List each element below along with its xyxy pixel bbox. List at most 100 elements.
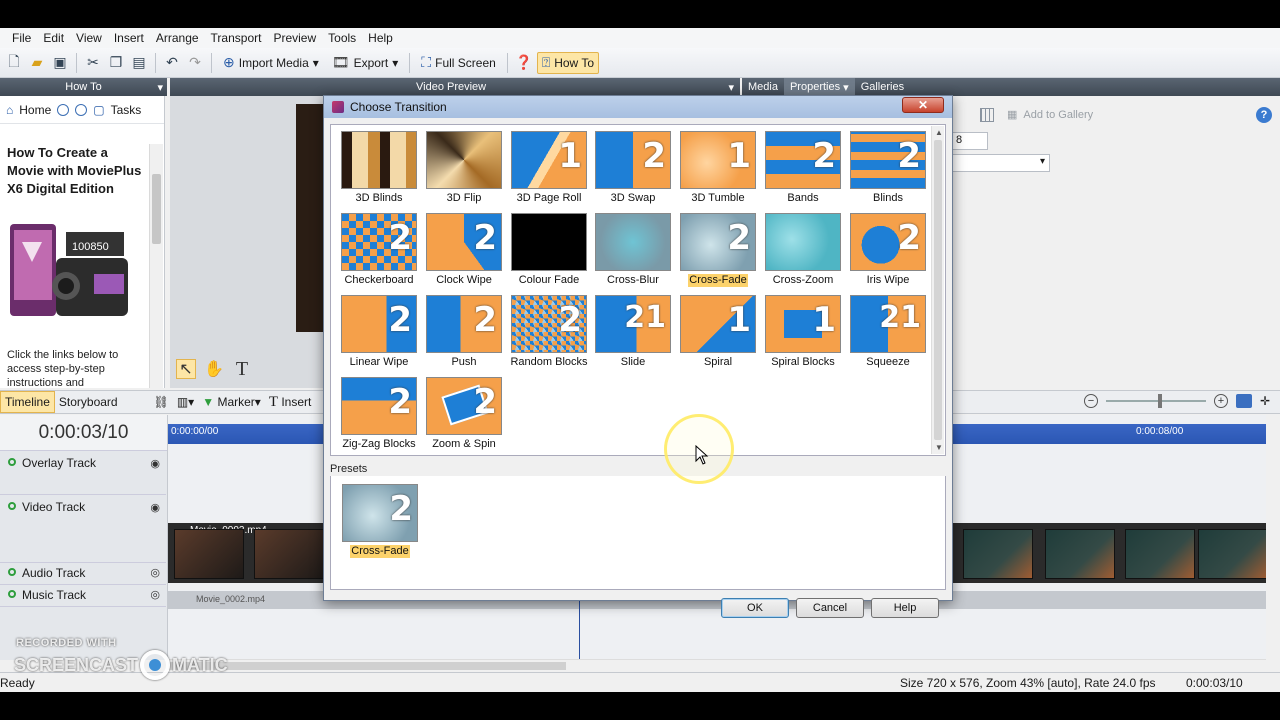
scroll-thumb[interactable] <box>934 140 942 440</box>
track-enabled-icon[interactable] <box>8 568 16 576</box>
scroll-down-icon[interactable]: ▼ <box>935 443 943 452</box>
waveform-icon[interactable]: ▥▾ <box>173 391 198 413</box>
tab-properties[interactable]: Properties ▾ <box>783 78 855 96</box>
transition-list-scrollbar[interactable]: ▲ ▼ <box>931 126 944 454</box>
eye-icon[interactable]: ◉ <box>150 457 160 470</box>
redo-icon[interactable]: ↷ <box>185 53 205 73</box>
copy-icon[interactable]: ❐ <box>106 53 126 73</box>
back-icon[interactable] <box>57 103 70 116</box>
track-music[interactable]: Music Track ◎ <box>0 585 166 607</box>
fit-icon[interactable] <box>1235 394 1252 408</box>
tab-media[interactable]: Media <box>742 78 784 96</box>
expand-icon[interactable]: ✛ <box>1260 394 1270 408</box>
export-button[interactable]: 🎞 Export ▾ <box>327 52 404 74</box>
track-overlay[interactable]: Overlay Track ◉ <box>0 451 166 495</box>
menu-preview[interactable]: Preview <box>267 31 322 45</box>
transition-item[interactable]: 2 3D Swap <box>593 131 673 213</box>
transition-item[interactable]: 2 Zig-Zag Blocks <box>339 377 419 459</box>
transition-item[interactable]: 2 Clock Wipe <box>424 213 504 295</box>
tab-timeline[interactable]: Timeline <box>0 391 55 413</box>
close-icon[interactable]: ✕ <box>902 97 944 113</box>
transition-item[interactable]: 2 Cross-Fade <box>678 213 758 295</box>
transition-item[interactable]: 21 Slide <box>593 295 673 377</box>
tab-galleries[interactable]: Galleries <box>855 78 910 96</box>
menu-tools[interactable]: Tools <box>322 31 362 45</box>
add-to-gallery-button[interactable]: ▦ Add to Gallery <box>1007 108 1093 122</box>
transition-item[interactable]: 1 Spiral Blocks <box>763 295 843 377</box>
transition-item[interactable]: 2 Iris Wipe <box>848 213 928 295</box>
menu-insert[interactable]: Insert <box>108 31 150 45</box>
home-icon[interactable]: ⌂ <box>6 103 13 117</box>
speaker-icon[interactable]: ◎ <box>150 588 160 601</box>
save-icon[interactable]: ▣ <box>50 53 70 73</box>
menu-file[interactable]: File <box>6 31 37 45</box>
chevron-down-icon[interactable]: ▾ <box>157 81 163 94</box>
scroll-thumb[interactable] <box>152 174 161 244</box>
transition-item[interactable]: 2 Checkerboard <box>339 213 419 295</box>
transition-item[interactable]: Cross-Zoom <box>763 213 843 295</box>
speaker-icon[interactable]: ◎ <box>150 566 160 579</box>
transition-item[interactable]: 2 Random Blocks <box>509 295 589 377</box>
cut-icon[interactable]: ✂ <box>83 53 103 73</box>
preset-item[interactable]: 2 Cross-Fade <box>340 484 420 558</box>
menu-view[interactable]: View <box>70 31 108 45</box>
transition-item[interactable]: Cross-Blur <box>593 213 673 295</box>
menu-edit[interactable]: Edit <box>37 31 70 45</box>
transition-item[interactable]: 21 Squeeze <box>848 295 928 377</box>
tasks-link[interactable]: Tasks <box>111 103 142 117</box>
menu-help[interactable]: Help <box>362 31 399 45</box>
transition-item[interactable]: 1 3D Tumble <box>678 131 758 213</box>
import-media-button[interactable]: ⊕ Import Media ▾ <box>218 52 324 74</box>
how-to-scrollbar[interactable] <box>149 144 163 388</box>
help-icon[interactable]: ? <box>1256 107 1272 123</box>
transition-item[interactable]: 2 Linear Wipe <box>339 295 419 377</box>
transition-item[interactable]: 1 Spiral <box>678 295 758 377</box>
new-file-icon[interactable]: 🗋 <box>4 53 24 73</box>
forward-icon[interactable] <box>75 103 88 116</box>
zoom-in-icon[interactable]: + <box>1213 394 1228 408</box>
menu-arrange[interactable]: Arrange <box>150 31 205 45</box>
menu-transport[interactable]: Transport <box>205 31 268 45</box>
link-icon[interactable]: ⛓ <box>150 391 173 413</box>
track-enabled-icon[interactable] <box>8 458 16 466</box>
transition-item[interactable]: Colour Fade <box>509 213 589 295</box>
chevron-down-icon[interactable]: ▾ <box>728 81 734 94</box>
grid-icon[interactable] <box>980 108 994 122</box>
zoom-slider[interactable] <box>1105 394 1206 408</box>
track-enabled-icon[interactable] <box>8 590 16 598</box>
help-icon[interactable]: ❓ <box>514 53 534 73</box>
timeline-horizontal-scrollbar[interactable] <box>168 659 1266 672</box>
track-video[interactable]: Video Track ◉ <box>0 495 166 563</box>
open-folder-icon[interactable]: ▰ <box>27 53 47 73</box>
track-audio[interactable]: Audio Track ◎ <box>0 563 166 585</box>
transition-item[interactable]: 2 Zoom & Spin <box>424 377 504 459</box>
tasks-icon[interactable]: ▢ <box>93 103 104 117</box>
pointer-tool-icon[interactable]: ↖ <box>176 359 196 379</box>
ok-button[interactable]: OK <box>721 598 789 618</box>
paste-icon[interactable]: ▤ <box>129 53 149 73</box>
undo-icon[interactable]: ↶ <box>162 53 182 73</box>
transition-item[interactable]: 3D Flip <box>424 131 504 213</box>
track-enabled-icon[interactable] <box>8 502 16 510</box>
transition-item[interactable]: 1 3D Page Roll <box>509 131 589 213</box>
transition-item[interactable]: 2 Bands <box>763 131 843 213</box>
help-button[interactable]: Help <box>871 598 939 618</box>
marker-button[interactable]: ▼ Marker ▾ <box>198 391 265 413</box>
hand-tool-icon[interactable]: ✋ <box>204 359 224 379</box>
transition-item[interactable]: 3D Blinds <box>339 131 419 213</box>
zoom-out-icon[interactable]: − <box>1083 394 1098 408</box>
home-link[interactable]: Home <box>19 103 51 117</box>
transition-item[interactable]: 2 Blinds <box>848 131 928 213</box>
insert-button[interactable]: T Insert <box>265 391 316 413</box>
cancel-button[interactable]: Cancel <box>796 598 864 618</box>
property-dropdown[interactable] <box>952 154 1050 172</box>
scroll-up-icon[interactable]: ▲ <box>935 128 943 137</box>
eye-icon[interactable]: ◉ <box>150 501 160 514</box>
zoom-slider-thumb[interactable] <box>1157 394 1162 408</box>
tab-storyboard[interactable]: Storyboard <box>55 391 122 413</box>
text-tool-icon[interactable]: T <box>232 358 252 380</box>
full-screen-button[interactable]: ⛶ Full Screen <box>416 52 501 74</box>
timeline-vertical-scrollbar[interactable] <box>1266 415 1280 660</box>
how-to-button[interactable]: ⍰ How To <box>536 51 600 74</box>
property-spinner[interactable]: 8 <box>952 132 988 150</box>
